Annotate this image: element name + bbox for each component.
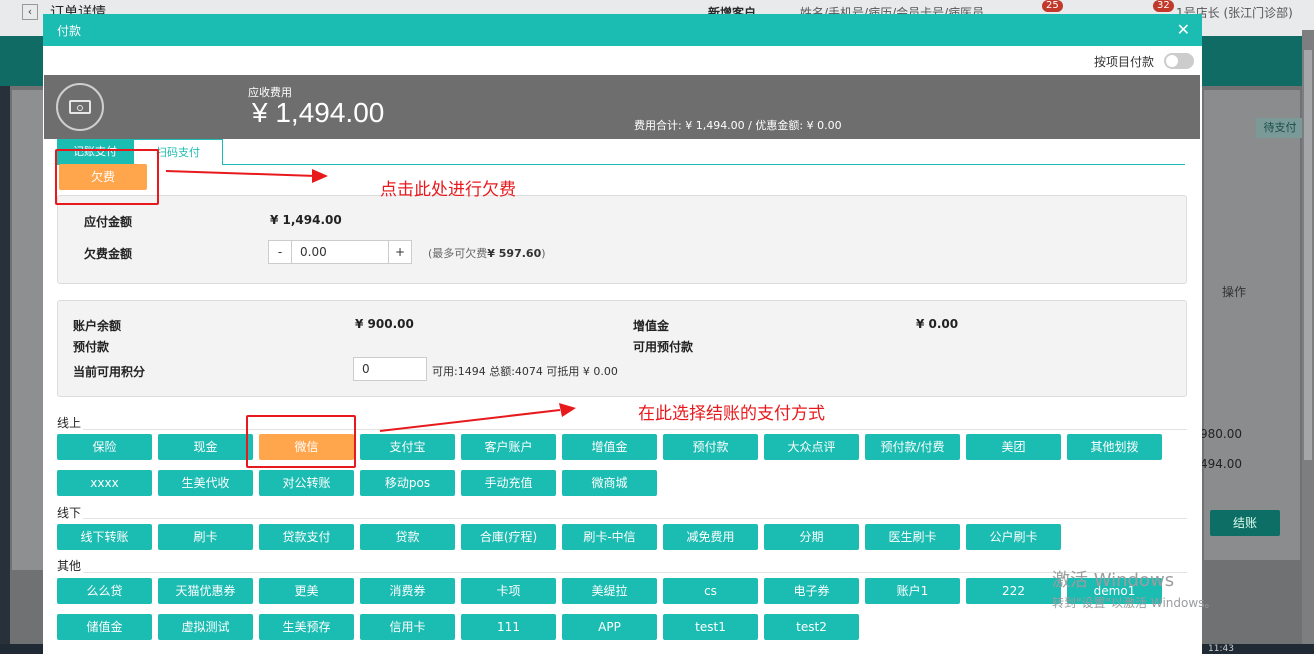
arrowhead xyxy=(559,403,576,417)
debt-annotation-text: 点击此处进行欠费 xyxy=(380,180,516,200)
arrow-to-debt-note xyxy=(165,170,317,177)
arrowhead xyxy=(312,169,328,183)
arrow-to-method-note xyxy=(379,409,561,432)
annotation-arrows xyxy=(165,169,576,432)
method-highlight-box xyxy=(246,415,356,468)
method-annotation-text: 在此选择结账的支付方式 xyxy=(638,404,825,424)
